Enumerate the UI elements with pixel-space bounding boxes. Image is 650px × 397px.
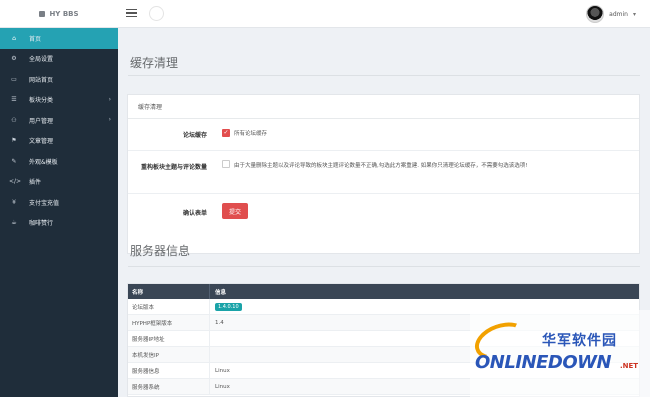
forum-cache-option[interactable]: 所有论坛缓存	[234, 129, 267, 137]
server-section-title: 服务器信息	[130, 244, 191, 258]
user-name[interactable]: admin	[609, 11, 628, 18]
version-badge: 1.4.0.10	[215, 302, 242, 311]
tag-icon: ⚑	[11, 137, 17, 145]
row-value: Linux	[215, 383, 230, 390]
list-icon: ☰	[11, 96, 17, 104]
chevron-right-icon: ›	[108, 95, 111, 103]
code-icon: </>	[9, 178, 22, 186]
menu-toggle-button[interactable]	[126, 7, 137, 19]
form-row-confirm: 确认表单 提交	[128, 194, 639, 224]
brand-name: HY BBS	[49, 10, 79, 18]
rebuild-counts-description: 由于大量删除主题以及评论导致的板块主题评论数量不正确,勾选此方案重建. 如果你只…	[234, 163, 528, 169]
forum-cache-checkbox[interactable]: ✓	[222, 129, 230, 137]
sidebar-item-home[interactable]: ⌂ 首页	[0, 28, 118, 49]
avatar[interactable]	[586, 5, 605, 23]
row-value	[210, 331, 215, 346]
sidebar-item-appearance[interactable]: ✎ 外观&模板	[0, 151, 118, 172]
sidebar-item-forum-categories[interactable]: ☰ 板块分类 ›	[0, 90, 118, 111]
row-name: 本机发信IP	[128, 347, 210, 362]
watermark-net: .NET	[620, 362, 639, 370]
cache-panel: 缓存清理 论坛缓存 ✓ 所有论坛缓存 重构板块主题与评论数量 由于大量删除主题以…	[127, 94, 640, 254]
column-header-info: 信息	[215, 289, 227, 296]
submit-button[interactable]: 提交	[222, 203, 248, 219]
row-name: 服务器系统	[128, 379, 210, 394]
forum-cache-label: 论坛缓存	[182, 132, 207, 139]
row-name: HYPHP框架版本	[128, 315, 210, 330]
user-menu[interactable]: admin ▾	[586, 4, 636, 24]
watermark-en: ONLINEDOWN	[475, 352, 612, 373]
sidebar-item-label: 文章管理	[29, 138, 54, 146]
form-row-rebuild-counts: 重构板块主题与评论数量 由于大量删除主题以及评论导致的板块主题评论数量不正确,勾…	[128, 151, 639, 194]
chevron-down-icon[interactable]: ▾	[633, 11, 636, 18]
row-value: 1.4	[215, 319, 224, 326]
users-icon: ⚇	[11, 116, 17, 124]
hamburger-icon	[126, 9, 137, 11]
chevron-right-icon: ›	[108, 116, 111, 123]
rebuild-counts-checkbox[interactable]	[222, 160, 230, 168]
panel-heading: 缓存清理	[128, 95, 639, 119]
divider	[128, 266, 640, 267]
row-name: 服务器信息	[128, 363, 210, 378]
sidebar-item-label: 用户管理	[29, 117, 54, 125]
row-value	[210, 347, 215, 362]
sidebar-item-article-management[interactable]: ⚑ 文章管理	[0, 131, 118, 152]
sidebar-item-label: 咖啡赞行	[29, 220, 54, 228]
sidebar-item-user-management[interactable]: ⚇ 用户管理 ›	[0, 110, 118, 131]
gear-icon: ⚙	[11, 55, 17, 63]
brand-logo-area[interactable]: HY BBS	[0, 0, 118, 28]
row-name: 服务器IP地址	[128, 331, 210, 346]
monitor-icon: ▭	[11, 75, 17, 83]
top-bar: HY BBS admin ▾	[0, 0, 650, 28]
sidebar-item-label: 外观&模板	[29, 158, 58, 166]
watermark: 华军软件园 ONLINEDOWN .NET	[469, 310, 650, 397]
sidebar-item-label: 首页	[29, 35, 42, 43]
sidebar-item-coffee[interactable]: ☕ 咖啡赞行	[0, 213, 118, 234]
sidebar-item-label: 网站首页	[29, 76, 54, 84]
cache-section-title: 缓存清理	[130, 56, 179, 70]
table-header-row: 名称 信息	[128, 284, 639, 299]
sidebar-item-plugins[interactable]: </> 插件	[0, 172, 118, 193]
rebuild-counts-label: 重构板块主题与评论数量	[140, 164, 207, 171]
column-header-name: 名称	[128, 284, 210, 299]
divider	[128, 75, 640, 76]
yen-icon: ¥	[12, 198, 16, 206]
sidebar-item-label: 板块分类	[29, 97, 54, 105]
watermark-cn: 华军软件园	[542, 333, 617, 349]
row-value: 1.4.0.10	[210, 299, 242, 314]
sidebar: ⌂ 首页 ⚙ 全局设置 ▭ 网站首页 ☰ 板块分类 › ⚇ 用户管理 › ⚑ 文…	[0, 28, 118, 397]
refresh-button[interactable]	[149, 6, 164, 21]
sidebar-item-label: 插件	[29, 179, 42, 187]
sidebar-item-site-home[interactable]: ▭ 网站首页	[0, 69, 118, 90]
brush-icon: ✎	[11, 157, 17, 165]
home-icon: ⌂	[12, 34, 16, 42]
coffee-icon: ☕	[11, 219, 17, 227]
sidebar-item-alipay[interactable]: ¥ 支付宝充值	[0, 192, 118, 213]
confirm-form-label: 确认表单	[182, 210, 207, 217]
brand-logo-icon	[39, 11, 46, 17]
row-value: Linux	[215, 367, 230, 374]
form-row-forum-cache: 论坛缓存 ✓ 所有论坛缓存	[128, 119, 639, 151]
sidebar-item-label: 支付宝充值	[29, 199, 60, 207]
row-name: 论坛版本	[128, 299, 210, 314]
sidebar-item-label: 全局设置	[29, 56, 54, 64]
sidebar-item-global-settings[interactable]: ⚙ 全局设置	[0, 49, 118, 70]
